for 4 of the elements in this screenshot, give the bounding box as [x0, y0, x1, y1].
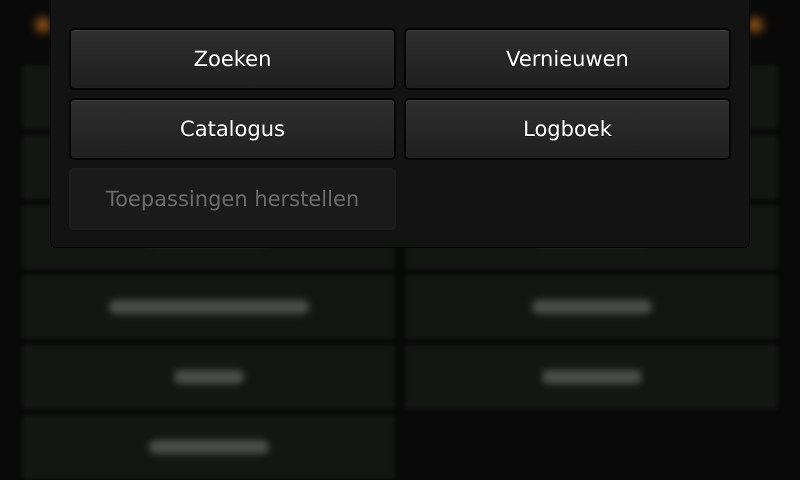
menu-button[interactable]: Logboek: [404, 98, 731, 160]
menu-button[interactable]: Zoeken: [69, 28, 396, 90]
menu-button[interactable]: Vernieuwen: [404, 28, 731, 90]
menu-button[interactable]: Catalogus: [69, 98, 396, 160]
